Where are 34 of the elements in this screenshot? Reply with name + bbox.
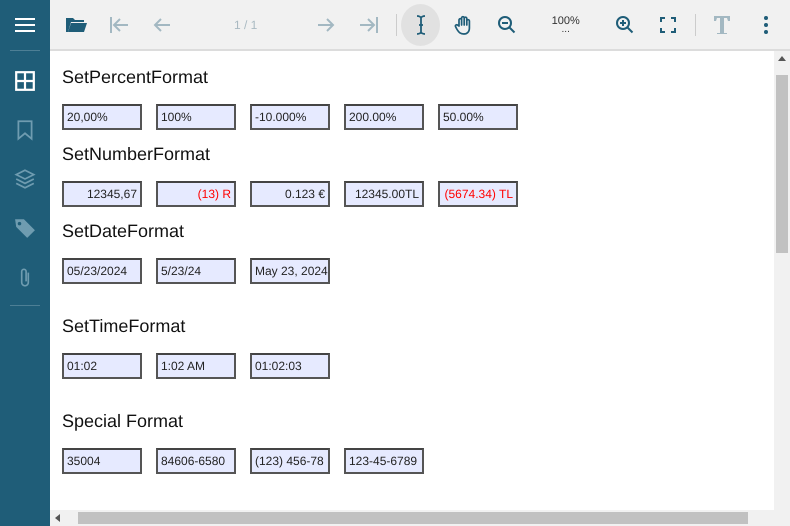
form-field[interactable]: -10.000% <box>250 104 330 130</box>
form-field[interactable]: 5/23/24 <box>156 258 236 284</box>
form-field[interactable]: 01:02:03 <box>250 353 330 379</box>
tag-icon <box>14 216 36 238</box>
form-field[interactable]: 123-45-6789 <box>344 448 424 474</box>
form-field[interactable]: 1:02 AM <box>156 353 236 379</box>
layers-icon <box>14 168 36 190</box>
section-heading: SetDateFormat <box>62 220 186 243</box>
section-heading: SetPercentFormat <box>62 66 210 89</box>
form-field[interactable]: 05/23/2024 <box>62 258 142 284</box>
text-select-button[interactable] <box>401 4 440 46</box>
horizontal-scrollbar[interactable] <box>50 510 790 526</box>
form-field[interactable]: 50.00% <box>438 104 518 130</box>
form-field[interactable]: May 23, 2024 <box>250 258 330 284</box>
more-icon <box>764 16 768 34</box>
form-field[interactable]: 200.00% <box>344 104 424 130</box>
menu-icon <box>15 17 35 33</box>
form-field[interactable]: 35004 <box>62 448 142 474</box>
form-field[interactable]: 01:02 <box>62 353 142 379</box>
form-field[interactable]: 12345,67 <box>62 181 142 207</box>
page-indicator: 1 / 1 <box>232 16 258 34</box>
zoom-level-button[interactable]: 100% ... <box>530 4 602 46</box>
form-field[interactable]: 20,00% <box>62 104 142 130</box>
vertical-scrollbar[interactable] <box>774 51 790 510</box>
section-heading: SetTimeFormat <box>62 315 186 338</box>
section-heading: SetNumberFormat <box>62 143 212 166</box>
thumbnails-icon <box>14 70 36 92</box>
scroll-left-icon[interactable] <box>55 514 60 522</box>
form-field[interactable]: 100% <box>156 104 236 130</box>
form-field[interactable]: 0.123 € <box>250 181 330 207</box>
form-field[interactable]: (123) 456-78 <box>250 448 330 474</box>
section-heading: Special Format <box>62 410 184 433</box>
form-field[interactable]: 84606-6580 <box>156 448 236 474</box>
form-field[interactable]: 12345.00TL <box>344 181 424 207</box>
